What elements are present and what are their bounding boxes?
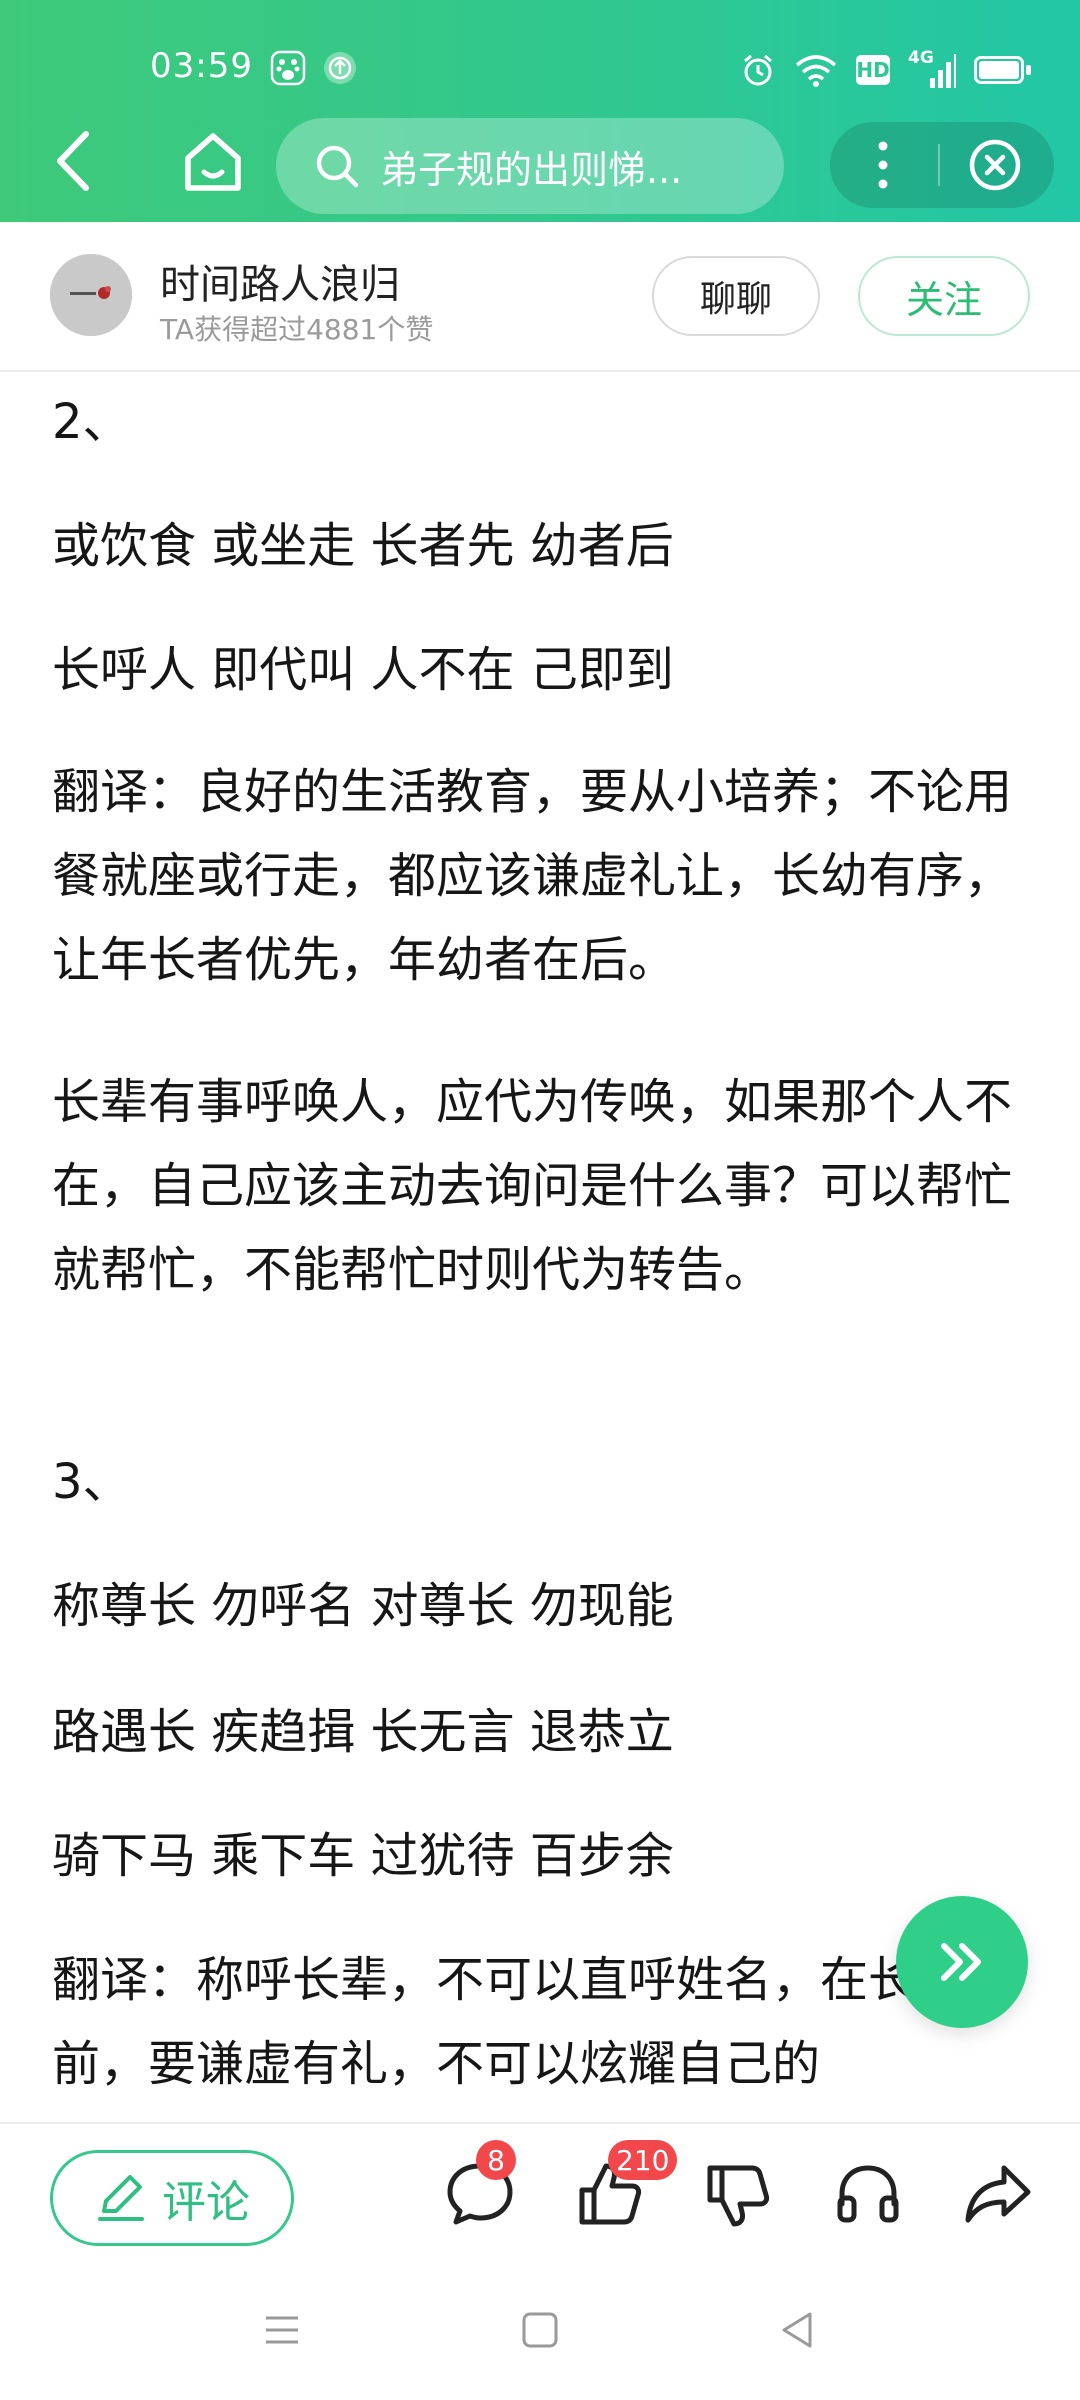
headphones-icon bbox=[837, 2165, 899, 2223]
upload-circle-icon bbox=[324, 52, 356, 84]
back-triangle-icon[interactable] bbox=[778, 2310, 818, 2350]
article-paragraph: 称尊长 勿呼名 对尊长 勿现能 bbox=[52, 1578, 674, 1634]
avatar[interactable] bbox=[50, 254, 132, 336]
author-row: 时间路人浪归 TA获得超过4881个赞 聊聊 关注 bbox=[0, 222, 1080, 372]
hd-icon: HD bbox=[856, 55, 890, 85]
article-paragraph: 3、 bbox=[52, 1454, 131, 1510]
signal-4g-icon: 4G bbox=[908, 48, 956, 88]
baidu-paw-icon bbox=[270, 50, 306, 86]
system-navigation-bar bbox=[0, 2274, 1080, 2400]
article-paragraph: 骑下马 乘下车 过犹待 百步余 bbox=[52, 1828, 674, 1884]
article-body: 2、 或饮食 或坐走 长者先 幼者后 长呼人 即代叫 人不在 己即到 翻译：良好… bbox=[52, 372, 1032, 2122]
capsule-divider bbox=[938, 144, 940, 186]
menu-icon[interactable] bbox=[262, 2310, 302, 2350]
next-article-button[interactable] bbox=[896, 1896, 1028, 2028]
likes-count-badge: 210 bbox=[608, 2140, 678, 2180]
author-name[interactable]: 时间路人浪归 bbox=[160, 252, 400, 310]
status-time: 03:59 bbox=[150, 46, 253, 86]
avatar-image bbox=[50, 254, 132, 336]
chat-button[interactable]: 聊聊 bbox=[652, 256, 820, 336]
pencil-icon bbox=[98, 2175, 144, 2221]
double-chevron-right-icon bbox=[941, 1943, 981, 1981]
comments-action[interactable]: 8 bbox=[440, 2140, 520, 2234]
like-action[interactable]: 210 bbox=[570, 2140, 678, 2234]
comments-count-badge: 8 bbox=[476, 2140, 516, 2180]
alarm-icon bbox=[744, 54, 772, 86]
thumbs-down-icon bbox=[707, 2165, 770, 2227]
wifi-icon bbox=[795, 55, 837, 87]
search-query: 弟子规的出则悌... bbox=[380, 147, 683, 192]
dislike-action[interactable] bbox=[698, 2154, 778, 2234]
more-icon[interactable] bbox=[868, 136, 898, 194]
article-paragraph: 路遇长 疾趋揖 长无言 退恭立 bbox=[52, 1704, 674, 1760]
comment-button[interactable]: 评论 bbox=[50, 2150, 294, 2246]
article-paragraph: 长呼人 即代叫 人不在 己即到 bbox=[52, 642, 674, 698]
listen-action[interactable] bbox=[828, 2154, 908, 2234]
article-paragraph: 翻译：称呼长辈，不可以直呼姓名，在长辈面前，要谦虚有礼，不可以炫耀自己的 bbox=[52, 1952, 1013, 2092]
home-icon[interactable] bbox=[180, 126, 246, 196]
battery-icon bbox=[974, 56, 1032, 84]
article-paragraph: 或饮食 或坐走 长者先 幼者后 bbox=[52, 518, 674, 574]
follow-button[interactable]: 关注 bbox=[858, 256, 1030, 336]
mini-program-capsule bbox=[830, 122, 1054, 208]
comment-label: 评论 bbox=[162, 2177, 250, 2228]
close-icon[interactable] bbox=[968, 138, 1022, 192]
share-action[interactable] bbox=[958, 2154, 1038, 2234]
share-arrow-icon bbox=[965, 2165, 1031, 2223]
article-paragraph: 长辈有事呼唤人，应代为传唤，如果那个人不在，自己应该主动去询问是什么事？可以帮忙… bbox=[52, 1074, 1013, 1298]
search-icon bbox=[316, 145, 359, 188]
bottom-action-bar: 评论 8 210 bbox=[0, 2122, 1080, 2276]
author-likes-stat: TA获得超过4881个赞 bbox=[160, 313, 434, 346]
article-paragraph: 翻译：良好的生活教育，要从小培养；不论用餐就座或行走，都应该谦虚礼让，长幼有序，… bbox=[52, 764, 1013, 988]
app-header: 03:59 HD 4G 弟子规的出则悌... bbox=[0, 0, 1080, 222]
article-paragraph: 2、 bbox=[52, 394, 131, 450]
home-square-icon[interactable] bbox=[520, 2310, 560, 2350]
search-bar[interactable]: 弟子规的出则悌... bbox=[276, 118, 784, 214]
status-bar: 03:59 HD 4G bbox=[0, 0, 1080, 110]
nav-bar: 弟子规的出则悌... bbox=[0, 112, 1080, 214]
back-icon[interactable] bbox=[46, 126, 106, 196]
